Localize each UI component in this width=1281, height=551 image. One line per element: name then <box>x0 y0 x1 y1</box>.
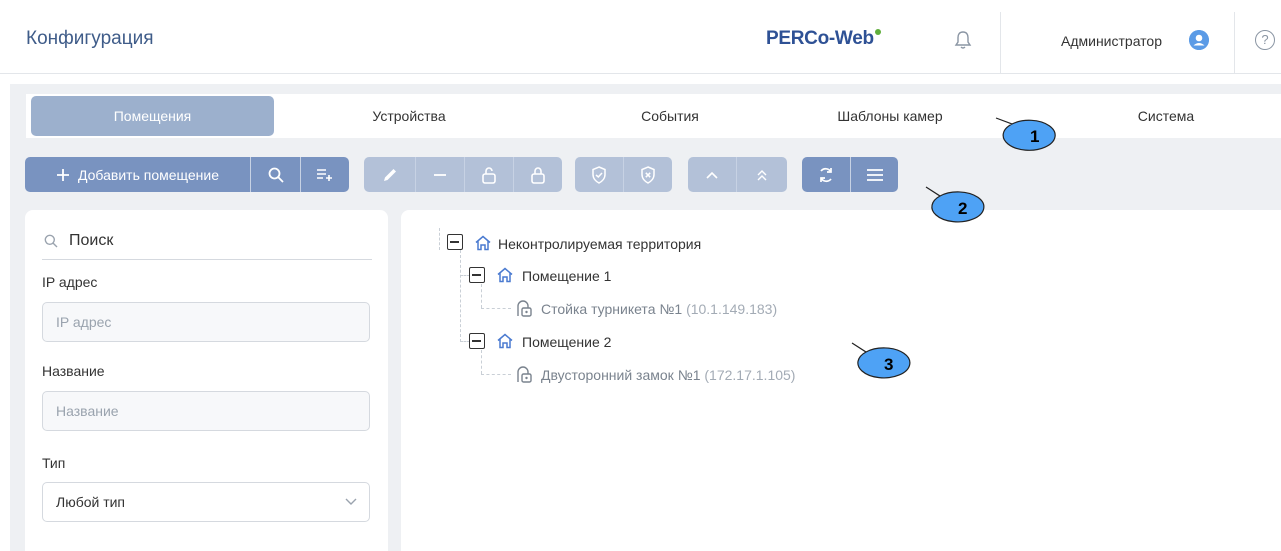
collapse-toggle[interactable] <box>469 267 485 283</box>
chevron-up-icon <box>706 171 718 179</box>
refresh-icon <box>820 167 832 182</box>
callout-3: 3 <box>848 340 920 384</box>
tree-connector <box>439 228 440 250</box>
disarm-button[interactable] <box>624 157 672 192</box>
edit-icon <box>383 168 396 181</box>
chevron-down-icon <box>345 498 357 505</box>
name-label: Название <box>42 363 105 379</box>
device-2-ip: (172.17.1.105) <box>704 367 796 383</box>
tab-camera-templates[interactable]: Шаблоны камер <box>800 96 980 136</box>
move-up-button[interactable] <box>688 157 736 192</box>
device-2-name: Двусторонний замок №1 <box>541 367 701 383</box>
logo-dot <box>874 29 881 35</box>
type-select[interactable]: Любой тип <box>42 482 370 522</box>
unlock-icon <box>482 166 496 184</box>
callout-number: 2 <box>958 199 968 218</box>
collapse-toggle[interactable] <box>447 234 463 250</box>
tree-node-device-1[interactable]: Стойка турникета №1 (10.1.149.183) <box>541 301 777 317</box>
tree-panel: Неконтролируемая территория Помещение 1 … <box>401 210 1281 551</box>
user-avatar-icon[interactable] <box>1189 30 1209 50</box>
app-logo: PERCo-Web <box>766 28 881 50</box>
add-room-label: Добавить помещение <box>77 166 220 183</box>
tree-node-device-2[interactable]: Двусторонний замок №1 (172.17.1.105) <box>541 367 795 383</box>
tree-node-root[interactable]: Неконтролируемая территория <box>498 236 701 252</box>
ip-label: IP адрес <box>42 274 98 290</box>
home-icon <box>497 333 513 349</box>
tree-connector <box>460 250 461 342</box>
minus-icon <box>434 173 446 176</box>
help-icon[interactable]: ? <box>1255 30 1275 50</box>
header-divider <box>1234 12 1235 74</box>
user-name[interactable]: Администратор <box>1061 33 1162 49</box>
header-divider <box>1000 12 1001 74</box>
tree-node-room-1[interactable]: Помещение 1 <box>522 268 611 284</box>
tree-connector <box>481 374 511 375</box>
tab-rooms[interactable]: Помещения <box>31 96 274 136</box>
callout-2: 2 <box>922 184 994 228</box>
bell-icon[interactable] <box>954 30 972 50</box>
search-icon <box>268 167 284 183</box>
shield-x-icon <box>641 165 655 184</box>
logo-text: PERCo-Web <box>766 28 874 49</box>
unlock-button[interactable] <box>465 157 513 192</box>
ip-input[interactable]: IP адрес <box>42 302 370 342</box>
menu-button[interactable] <box>851 157 898 192</box>
search-icon <box>44 234 58 248</box>
callout-bubble-icon <box>995 117 1056 151</box>
tab-devices[interactable]: Устройства <box>319 96 499 136</box>
filter-panel: Поиск IP адрес IP адрес Название Названи… <box>25 210 388 551</box>
search-button[interactable] <box>251 157 300 192</box>
tree-connector <box>481 350 482 374</box>
callout-number: 1 <box>1030 127 1040 146</box>
search-input[interactable]: Поиск <box>69 232 113 250</box>
home-icon <box>475 235 491 251</box>
refresh-button[interactable] <box>802 157 850 192</box>
add-list-icon <box>317 168 332 181</box>
collapse-toggle[interactable] <box>469 333 485 349</box>
device-1-ip: (10.1.149.183) <box>686 301 778 317</box>
home-icon <box>497 267 513 283</box>
tree-connector <box>481 284 482 308</box>
callout-1: 1 <box>990 114 1066 156</box>
door-lock-icon <box>517 300 532 317</box>
page-title: Конфигурация <box>26 28 154 49</box>
tree-node-room-2[interactable]: Помещение 2 <box>522 334 611 350</box>
plus-icon <box>56 168 69 181</box>
delete-button[interactable] <box>416 157 464 192</box>
tree-connector <box>481 308 511 309</box>
search-field[interactable]: Поиск <box>42 230 372 260</box>
lock-button[interactable] <box>514 157 562 192</box>
door-lock-icon <box>517 366 532 383</box>
add-room-button[interactable]: Добавить помещение <box>25 157 250 192</box>
name-input[interactable]: Название <box>42 391 370 431</box>
device-1-name: Стойка турникета №1 <box>541 301 683 317</box>
shield-check-icon <box>592 165 606 184</box>
type-label: Тип <box>42 455 66 471</box>
move-top-button[interactable] <box>737 157 787 192</box>
type-select-value: Любой тип <box>56 494 126 510</box>
edit-button[interactable] <box>364 157 415 192</box>
lock-icon <box>531 166 545 184</box>
callout-number: 3 <box>884 355 894 374</box>
double-chevron-up-icon <box>757 169 767 180</box>
arm-button[interactable] <box>575 157 623 192</box>
tab-system[interactable]: Система <box>1076 96 1256 136</box>
tab-events[interactable]: События <box>580 96 760 136</box>
add-list-button[interactable] <box>301 157 349 192</box>
tab-bar: Помещения Устройства События Шаблоны кам… <box>26 94 1281 138</box>
top-bar: Конфигурация PERCo-Web Администратор ? <box>0 0 1281 74</box>
menu-icon <box>866 168 883 181</box>
